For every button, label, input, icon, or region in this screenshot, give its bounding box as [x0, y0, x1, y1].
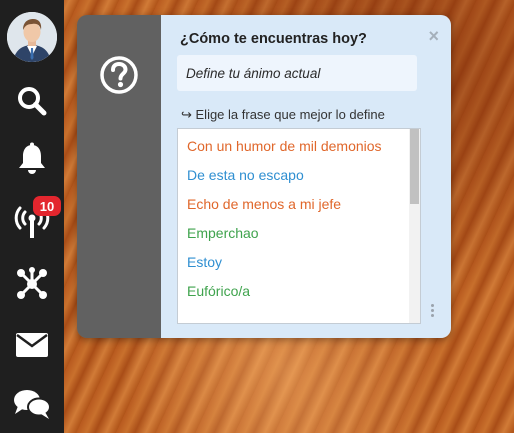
mood-hint: ↪ Elige la frase que mejor lo define [181, 107, 385, 122]
mood-option[interactable]: Echo de menos a mi jefe [178, 193, 410, 215]
user-avatar-image [7, 12, 57, 62]
scrollbar-thumb[interactable] [410, 129, 419, 204]
mood-option[interactable]: Eufórico/a [178, 280, 410, 302]
notifications-button[interactable] [10, 139, 54, 179]
envelope-icon [16, 333, 48, 357]
sidebar: 10 [0, 0, 64, 433]
mood-option[interactable]: De esta no escapo [178, 164, 410, 186]
chat-button[interactable] [10, 384, 54, 424]
mood-input[interactable] [177, 55, 417, 91]
search-icon [18, 87, 47, 116]
notification-badge: 10 [33, 196, 61, 216]
search-button[interactable] [10, 81, 54, 121]
mood-options-list[interactable]: Con un humor de mil demonios De esta no … [177, 128, 421, 324]
dialog-content: ¿Cómo te encuentras hoy? × ↪ Elige la fr… [161, 15, 451, 338]
dialog-title: ¿Cómo te encuentras hoy? [180, 31, 367, 47]
dialog-icon-area [77, 15, 161, 338]
mood-option[interactable]: Emperchao [178, 222, 410, 244]
help-icon [100, 56, 138, 94]
close-button[interactable]: × [428, 27, 439, 45]
mood-option[interactable]: Con un humor de mil demonios [178, 135, 410, 157]
chat-icon [14, 390, 51, 419]
mood-dialog: ¿Cómo te encuentras hoy? × ↪ Elige la fr… [77, 15, 451, 338]
bell-icon [19, 142, 45, 174]
network-icon [17, 267, 47, 299]
list-scrollbar[interactable] [409, 129, 420, 323]
mood-option[interactable]: Estoy [178, 251, 410, 273]
messages-button[interactable] [10, 325, 54, 365]
resize-handle[interactable] [431, 304, 435, 317]
user-avatar[interactable] [7, 12, 57, 62]
network-button[interactable] [10, 264, 54, 304]
mood-options: Con un humor de mil demonios De esta no … [178, 135, 410, 302]
